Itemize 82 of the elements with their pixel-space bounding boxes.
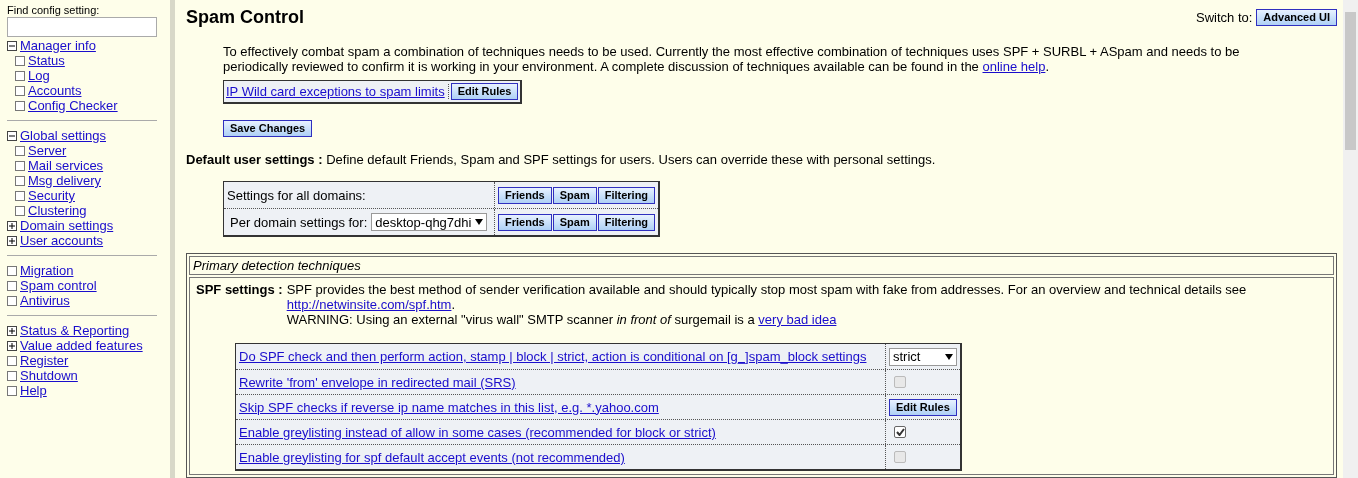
- checkbox-icon[interactable]: [7, 280, 17, 291]
- spf-warning: WARNING: Using an external "virus wall" SMTP scanner in front of surgemail is a very bad idea: [286, 312, 838, 327]
- checkbox-icon[interactable]: [15, 175, 25, 186]
- settings-label: Per domain settings for:: [229, 214, 368, 230]
- sidebar-link[interactable]: Global settings: [20, 128, 106, 143]
- sidebar-link[interactable]: Value added features: [20, 338, 143, 353]
- sidebar-link[interactable]: Msg delivery: [28, 173, 101, 188]
- checkbox-icon[interactable]: [7, 385, 17, 396]
- sidebar-link[interactable]: Shutdown: [20, 368, 78, 383]
- settings-button[interactable]: Spam: [552, 186, 597, 204]
- sidebar-link[interactable]: Config Checker: [28, 98, 118, 113]
- sidebar-link[interactable]: Spam control: [20, 278, 97, 293]
- sidebar-link[interactable]: Domain settings: [20, 218, 114, 233]
- settings-button[interactable]: Friends: [498, 213, 552, 231]
- collapse-icon[interactable]: [7, 130, 17, 141]
- checkbox-icon[interactable]: [15, 190, 25, 201]
- sidebar-link[interactable]: Log: [28, 68, 50, 83]
- sidebar-link[interactable]: Mail services: [28, 158, 104, 173]
- domain-select[interactable]: desktop-qhg7dhi: [371, 213, 488, 231]
- default-user-text: Default user settings : Define default Friends, Spam and SPF settings for users. Users can override these with personal settings.: [186, 152, 937, 167]
- ip-exceptions-link[interactable]: IP Wild card exceptions to spam limits: [226, 84, 449, 99]
- checkbox-icon[interactable]: [15, 85, 25, 96]
- check-icon: [895, 428, 905, 436]
- checkbox-icon[interactable]: [7, 265, 17, 276]
- spf-description: SPF provides the best method of sender verification available and should typically stop most spam with fake from addresses. For an overview and technical details see: [286, 282, 1247, 297]
- sidebar-link[interactable]: User accounts: [20, 233, 104, 248]
- settings-button[interactable]: Friends: [498, 186, 552, 204]
- option-checkbox[interactable]: [894, 451, 906, 463]
- settings-button[interactable]: Spam: [552, 213, 597, 231]
- checkbox-icon[interactable]: [7, 355, 17, 366]
- spf-link-line: http://netwinsite.com/spf.htm.: [286, 297, 457, 312]
- expand-icon[interactable]: [7, 220, 17, 231]
- expand-icon[interactable]: [7, 340, 17, 351]
- checkbox-icon[interactable]: [15, 70, 25, 81]
- checkbox-icon[interactable]: [7, 295, 17, 306]
- dropdown-caret-icon: [475, 219, 484, 225]
- intro-paragraph: To effectively combat spam a combination of techniques needs to be used. Currently the most effective combination of techniques uses SPF + SURBL + ASpam and needs to be periodically reviewed to confirm it is working in your environment. A complete discussion of techniques available can be found in the online help.: [223, 44, 1241, 74]
- settings-button[interactable]: Filtering: [597, 186, 656, 204]
- sidebar-link[interactable]: Accounts: [28, 83, 82, 98]
- page-title: Spam Control: [186, 6, 304, 28]
- spf-heading: SPF settings :: [196, 282, 284, 299]
- sidebar-link[interactable]: Manager info: [20, 38, 96, 53]
- sidebar-link[interactable]: Server: [28, 143, 67, 158]
- scrollbar[interactable]: [1343, 0, 1358, 478]
- search-field[interactable]: [7, 17, 157, 37]
- switch-label: Switch to:: [1196, 10, 1253, 25]
- option-link[interactable]: Enable greylisting for spf default accept events (not recommended): [239, 449, 625, 465]
- expand-icon[interactable]: [7, 325, 17, 336]
- option-link[interactable]: Enable greylisting instead of allow in some cases (recommended for block or strict): [239, 424, 716, 440]
- sidebar-link[interactable]: Status: [28, 53, 65, 68]
- checkbox-icon[interactable]: [15, 160, 25, 171]
- checkbox-icon[interactable]: [15, 145, 25, 156]
- dropdown-caret-icon: [945, 353, 953, 360]
- option-checkbox[interactable]: [894, 426, 906, 438]
- option-link[interactable]: Rewrite 'from' envelope in redirected mail (SRS): [239, 374, 516, 390]
- collapse-icon[interactable]: [7, 40, 17, 51]
- search-label: Find config setting:: [6, 4, 101, 17]
- option-checkbox[interactable]: [894, 376, 906, 388]
- sidebar-link[interactable]: Status & Reporting: [20, 323, 130, 338]
- option-link[interactable]: Do SPF check and then perform action, stamp | block | strict, action is conditional on [g_]spam_block settings: [239, 349, 867, 364]
- settings-label: Settings for all domains:: [227, 187, 366, 203]
- expand-icon[interactable]: [7, 235, 17, 246]
- scrollbar-thumb[interactable]: [1345, 12, 1356, 150]
- checkbox-icon[interactable]: [7, 370, 17, 381]
- advanced-ui-button[interactable]: Advanced UI: [1256, 9, 1337, 26]
- settings-button[interactable]: Filtering: [597, 213, 656, 231]
- sidebar-link[interactable]: Security: [28, 188, 75, 203]
- checkbox-icon[interactable]: [15, 205, 25, 216]
- sidebar-link[interactable]: Register: [20, 353, 69, 368]
- edit-rules-button[interactable]: Edit Rules: [889, 398, 957, 416]
- spf-action-select[interactable]: strict: [889, 347, 957, 366]
- panel-caption: Primary detection techniques: [189, 256, 1334, 275]
- sidebar-link[interactable]: Clustering: [28, 203, 87, 218]
- sidebar-link[interactable]: Migration: [20, 263, 74, 278]
- checkbox-icon[interactable]: [15, 55, 25, 66]
- sidebar-link[interactable]: Antivirus: [20, 293, 70, 308]
- option-link[interactable]: Skip SPF checks if reverse ip name matches in this list, e.g. *.yahoo.com: [239, 399, 659, 415]
- edit-rules-button[interactable]: Edit Rules: [450, 83, 519, 100]
- checkbox-icon[interactable]: [15, 100, 25, 111]
- sidebar-link[interactable]: Help: [20, 383, 47, 398]
- bad-idea-link[interactable]: very bad idea: [758, 312, 837, 327]
- save-changes-button[interactable]: Save Changes: [223, 120, 313, 137]
